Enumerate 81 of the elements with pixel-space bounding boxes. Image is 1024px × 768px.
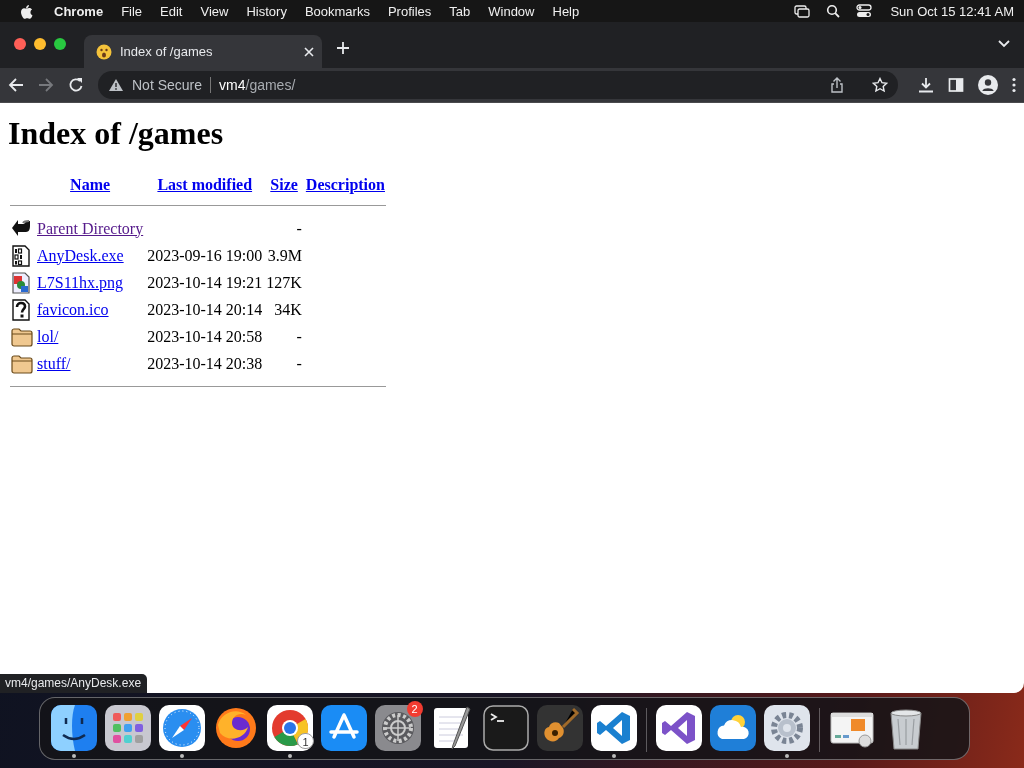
menu-item[interactable]: Profiles bbox=[378, 3, 441, 19]
file-link[interactable]: stuff/ bbox=[37, 354, 71, 372]
gear-icon bbox=[763, 705, 810, 751]
menu-item[interactable]: File bbox=[112, 3, 152, 19]
column-sort-link[interactable]: Size bbox=[270, 176, 298, 193]
file-size: - bbox=[295, 326, 303, 347]
question-mark-file-icon bbox=[11, 299, 31, 321]
file-link[interactable]: Parent Directory bbox=[37, 219, 144, 237]
profile-icon bbox=[978, 75, 998, 95]
cloud-icon bbox=[709, 705, 756, 751]
app-grid-icon bbox=[104, 705, 151, 751]
dock-app[interactable]: 2 bbox=[370, 698, 425, 759]
side-panel-icon bbox=[948, 77, 964, 93]
a-shape-icon bbox=[320, 705, 367, 751]
screen-mirroring-icon bbox=[794, 4, 811, 18]
back-icon bbox=[8, 77, 24, 93]
running-indicator bbox=[287, 754, 292, 758]
dock-app[interactable]: 1 bbox=[262, 698, 317, 759]
page-heading: Index of /games bbox=[8, 115, 224, 152]
emoji-icon bbox=[96, 43, 112, 60]
file-size: - bbox=[295, 353, 303, 374]
file-link[interactable]: favicon.ico bbox=[37, 300, 109, 318]
folder-icon bbox=[11, 327, 33, 347]
close-window-button[interactable] bbox=[14, 38, 26, 50]
menu-item[interactable]: Window bbox=[479, 3, 544, 19]
close-tab-icon bbox=[304, 46, 314, 57]
gear-icon bbox=[374, 705, 421, 751]
terminal-icon bbox=[482, 705, 529, 751]
modified-date: 2023-10-14 20:58 bbox=[146, 326, 264, 347]
modified-date: 2023-10-14 19:21 bbox=[146, 272, 264, 293]
more-menu-icon bbox=[1012, 77, 1016, 93]
download-icon bbox=[918, 77, 934, 93]
file-size: 127K bbox=[265, 272, 303, 293]
share-icon bbox=[830, 77, 844, 93]
browser-tab[interactable]: Index of /games bbox=[84, 35, 322, 68]
file-size: - bbox=[295, 218, 303, 239]
modified-date: 2023-10-14 20:14 bbox=[146, 299, 264, 320]
smiling-face-icon bbox=[50, 705, 97, 751]
apple-icon bbox=[20, 3, 33, 19]
ribbon-icon bbox=[590, 705, 637, 751]
security-label[interactable]: Not Secure bbox=[132, 77, 203, 93]
running-indicator bbox=[784, 754, 789, 758]
reload-icon bbox=[68, 77, 84, 93]
folder-icon bbox=[11, 354, 33, 374]
url-text: vm4/games/ bbox=[219, 77, 297, 93]
file-link[interactable]: lol/ bbox=[37, 327, 59, 345]
warning-icon bbox=[108, 78, 124, 92]
minimize-window-button[interactable] bbox=[34, 38, 46, 50]
file-link[interactable]: AnyDesk.exe bbox=[37, 246, 124, 264]
guitar-icon bbox=[536, 705, 583, 751]
search-icon bbox=[826, 4, 841, 18]
menubar-clock[interactable]: Sun Oct 15 12:41 AM bbox=[890, 3, 1014, 19]
control-center-icon bbox=[856, 4, 873, 18]
modified-date: 2023-09-16 19:00 bbox=[146, 245, 264, 266]
ribbon-icon bbox=[655, 705, 702, 751]
file-link[interactable]: L7S11hx.png bbox=[37, 273, 124, 291]
file-size: 3.9M bbox=[266, 245, 303, 266]
zoom-window-button[interactable] bbox=[54, 38, 66, 50]
column-sort-link[interactable]: Name bbox=[70, 176, 111, 193]
compass-icon bbox=[158, 705, 205, 751]
link-status-tooltip: vm4/games/AnyDesk.exe bbox=[0, 674, 148, 693]
chevron-down-icon bbox=[998, 40, 1010, 48]
menu-item[interactable]: Help bbox=[543, 3, 589, 19]
menu-item[interactable]: Edit bbox=[151, 3, 192, 19]
menu-item[interactable]: History bbox=[237, 3, 296, 19]
modified-date: 2023-10-14 20:38 bbox=[146, 353, 264, 374]
column-sort-link[interactable]: Last modified bbox=[157, 176, 253, 193]
running-indicator bbox=[611, 754, 616, 758]
running-indicator bbox=[71, 754, 76, 758]
app-name-menu[interactable]: Chrome bbox=[45, 3, 113, 19]
bookmark-star-icon bbox=[872, 77, 888, 93]
running-indicator bbox=[179, 754, 184, 758]
image-file-icon bbox=[11, 272, 31, 294]
column-sort-link[interactable]: Description bbox=[305, 176, 385, 193]
new-tab-icon bbox=[336, 41, 350, 55]
file-size: 34K bbox=[273, 299, 303, 320]
menu-item[interactable]: Tab bbox=[440, 3, 480, 19]
menu-item[interactable]: Bookmarks bbox=[295, 3, 379, 19]
address-bar[interactable]: Not Secure vm4/games/ bbox=[98, 71, 898, 99]
binary-file-icon bbox=[11, 245, 31, 267]
menu-item[interactable]: View bbox=[191, 3, 238, 19]
